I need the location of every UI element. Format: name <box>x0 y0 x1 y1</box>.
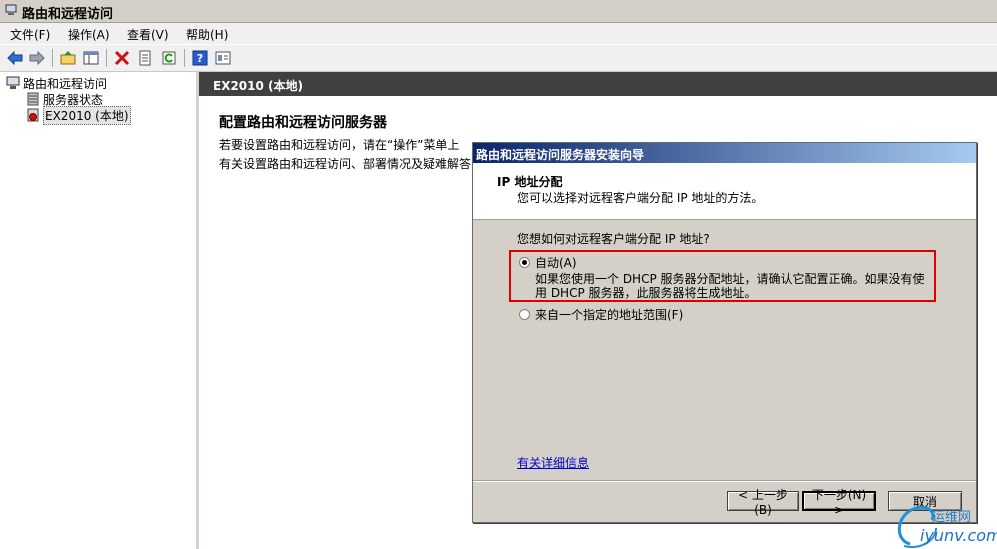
tree-item-label: 路由和远程访问 <box>23 76 108 91</box>
help-icon[interactable]: ? <box>190 48 210 68</box>
window-title-bar: 路由和远程访问 <box>0 0 997 23</box>
delete-icon[interactable] <box>112 48 132 68</box>
tree-item-label: EX2010 (本地) <box>43 105 131 125</box>
back-arrow-icon[interactable] <box>5 48 25 68</box>
server-status-icon <box>27 92 39 106</box>
radio-auto[interactable] <box>519 257 530 268</box>
wizard-separator <box>473 480 976 482</box>
wizard-body: 您想如何对远程客户端分配 IP 地址? 自动(A) 如果您使用一个 DHCP 服… <box>473 220 976 480</box>
watermark-logo: 运维网 iyunv.com <box>892 500 997 549</box>
wizard-step-subtitle: 您可以选择对远程客户端分配 IP 地址的方法。 <box>517 191 764 205</box>
console-icon[interactable] <box>213 48 233 68</box>
show-hide-tree-icon[interactable] <box>81 48 101 68</box>
content-header-title: EX2010 (本地) <box>213 79 303 93</box>
more-info-link[interactable]: 有关详细信息 <box>517 454 589 471</box>
menu-action[interactable]: 操作(A) <box>68 26 110 43</box>
content-header: EX2010 (本地) <box>199 72 997 96</box>
routing-app-icon <box>5 4 17 15</box>
menu-view[interactable]: 查看(V) <box>127 26 169 43</box>
wizard-title-bar[interactable]: 路由和远程访问服务器安装向导 <box>473 143 976 163</box>
setup-wizard-dialog: 路由和远程访问服务器安装向导 IP 地址分配 您可以选择对远程客户端分配 IP … <box>472 142 977 523</box>
wizard-question: 您想如何对远程客户端分配 IP 地址? <box>517 232 710 246</box>
configure-text-line1: 若要设置路由和远程访问，请在“操作”菜单上 <box>219 138 460 152</box>
server-stopped-icon <box>27 108 39 122</box>
radio-address-range[interactable] <box>519 309 530 320</box>
up-folder-icon[interactable] <box>58 48 78 68</box>
toolbar: ? <box>0 45 997 72</box>
menu-help[interactable]: 帮助(H) <box>186 26 228 43</box>
back-button[interactable]: < 上一步(B) <box>727 488 799 517</box>
wizard-step-title: IP 地址分配 <box>497 175 563 189</box>
radio-auto-label[interactable]: 自动(A) <box>535 254 577 271</box>
properties-icon[interactable] <box>135 48 155 68</box>
radio-auto-description-line2: 用 DHCP 服务器，此服务器将生成地址。 <box>535 286 757 300</box>
next-button[interactable]: 下一步(N) > <box>802 488 876 517</box>
configure-title: 配置路由和远程访问服务器 <box>219 115 387 131</box>
watermark-url: iyunv.com <box>920 526 997 545</box>
watermark-cn: 运维网 <box>932 510 972 525</box>
menu-bar: 文件(F) 操作(A) 查看(V) 帮助(H) <box>0 23 997 44</box>
configure-text-line2: 有关设置路由和远程访问、部署情况及疑难解答 <box>219 157 472 171</box>
radio-address-range-label[interactable]: 来自一个指定的地址范围(F) <box>535 306 683 323</box>
window-title: 路由和远程访问 <box>22 7 114 22</box>
wizard-header: IP 地址分配 您可以选择对远程客户端分配 IP 地址的方法。 <box>473 163 976 220</box>
refresh-icon[interactable] <box>159 48 179 68</box>
svg-text:?: ? <box>197 52 203 65</box>
routing-server-icon <box>6 76 20 89</box>
tree-item-root[interactable]: 路由和远程访问 <box>6 75 107 91</box>
forward-arrow-icon[interactable] <box>27 48 47 68</box>
wizard-title: 路由和远程访问服务器安装向导 <box>476 148 645 162</box>
menu-file[interactable]: 文件(F) <box>10 26 50 43</box>
console-tree: 路由和远程访问 服务器状态 EX2010 (本地) <box>0 72 199 549</box>
tree-item-ex2010[interactable]: EX2010 (本地) <box>26 105 131 125</box>
